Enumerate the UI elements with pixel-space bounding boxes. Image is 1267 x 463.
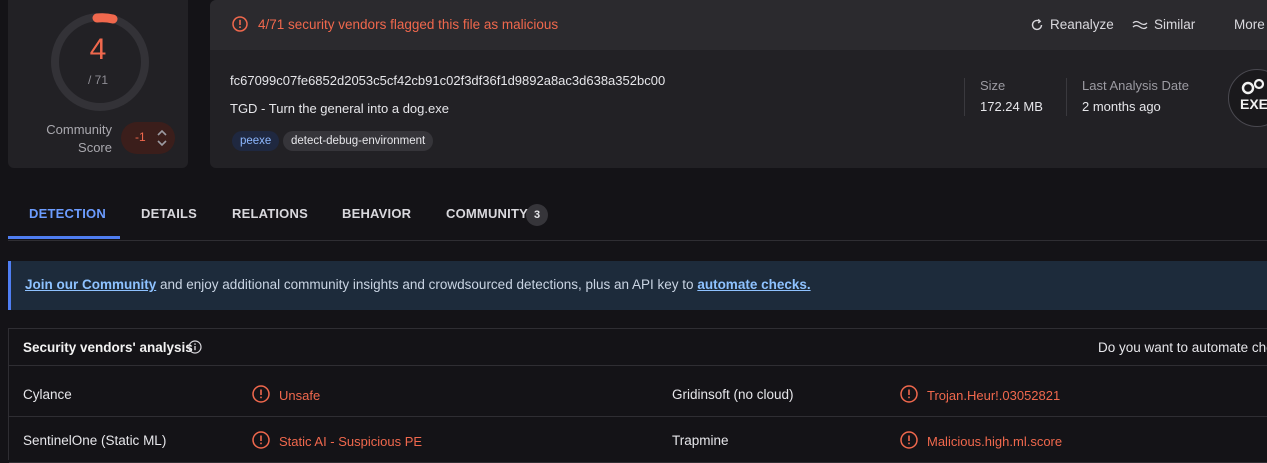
community-score-label: Community Score [46,122,112,155]
file-hash[interactable]: fc67099c07fe6852d2053c5cf42cb91c02f3df36… [230,73,665,88]
size-value: 172.24 MB [980,99,1043,114]
vendors-title: Security vendors' analysis [23,340,193,355]
tab-detection[interactable]: DETECTION [29,206,106,221]
file-type-label: EXE [1240,96,1267,112]
vendor-result: Malicious.high.ml.score [900,431,1062,449]
alert-icon [252,385,270,403]
last-analysis-value: 2 months ago [1082,99,1161,114]
vendor-name: SentinelOne (Static ML) [23,433,167,448]
last-analysis-label: Last Analysis Date [1082,78,1189,93]
file-type-badge: EXE [1228,69,1267,127]
vendors-analysis-table: Security vendors' analysis Do you want t… [8,328,1267,463]
info-icon[interactable] [188,340,202,354]
meta-divider [1066,78,1067,116]
tab-bar: DETECTION DETAILS RELATIONS BEHAVIOR COM… [8,190,1267,241]
warning-icon [232,16,248,32]
detection-count: 4 [89,33,107,66]
automate-checks-link[interactable]: automate checks. [697,277,810,292]
vendor-result: Trojan.Heur!.03052821 [900,385,1060,403]
tab-details[interactable]: DETAILS [141,206,197,221]
vendors-header: Security vendors' analysis Do you want t… [9,329,1267,366]
join-community-link[interactable]: Join our Community [25,277,156,292]
reanalyze-button[interactable]: Reanalyze [1030,17,1114,32]
active-tab-indicator [8,236,120,239]
alert-icon [900,385,918,403]
tag-detect-debug-environment[interactable]: detect-debug-environment [283,131,434,151]
alert-icon [900,431,918,449]
alert-icon [252,431,270,449]
table-row: SentinelOne (Static ML) Static AI - Susp… [9,416,1267,463]
more-button[interactable]: More [1234,17,1265,32]
gears-icon [1241,78,1265,95]
file-info-panel: 4/71 security vendors flagged this file … [210,0,1267,168]
table-row: Cylance Unsafe Gridinsoft (no cloud) Tro… [9,370,1267,417]
detection-score-panel: 4 / 71 Community Score -1 [8,0,188,168]
refresh-icon [1031,18,1043,30]
vendor-name: Trapmine [672,433,729,448]
vendor-name: Gridinsoft (no cloud) [672,387,794,402]
file-name: TGD - Turn the general into a dog.exe [230,101,449,116]
tab-relations[interactable]: RELATIONS [232,206,308,221]
community-count-badge: 3 [526,204,548,226]
tab-community[interactable]: COMMUNITY [446,206,528,221]
similar-icon [1132,20,1148,29]
tab-behavior[interactable]: BEHAVIOR [342,206,411,221]
size-label: Size [980,78,1006,93]
vendor-name: Cylance [23,387,72,402]
info-header: 4/71 security vendors flagged this file … [210,0,1267,50]
vote-arrows-icon[interactable] [156,127,168,149]
tag-peexe[interactable]: peexe [232,131,280,151]
vendor-result: Static AI - Suspicious PE [252,431,422,449]
flag-message: 4/71 security vendors flagged this file … [258,17,559,32]
automate-prompt: Do you want to automate checks? [1098,340,1267,355]
vendor-result: Unsafe [252,385,320,403]
community-score-value: -1 [135,130,146,144]
community-score-widget: -1 [121,122,175,154]
similar-button[interactable]: Similar [1132,17,1195,32]
detection-total: / 71 [87,73,108,87]
banner-text: Join our Community and enjoy additional … [25,277,811,292]
meta-divider [964,78,965,116]
community-banner: Join our Community and enjoy additional … [8,261,1267,310]
